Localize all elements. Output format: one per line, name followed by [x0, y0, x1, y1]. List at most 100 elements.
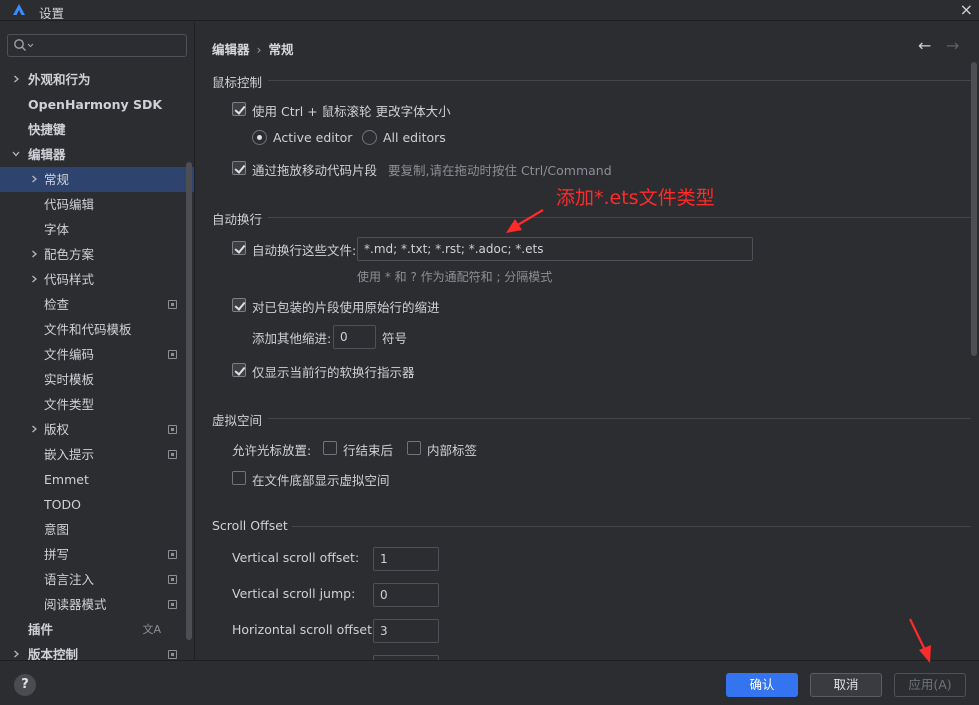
section-divider [292, 526, 971, 527]
cancel-button[interactable]: 取消 [810, 673, 882, 697]
sidebar-item-label: 拼写 [44, 547, 70, 562]
sidebar-item[interactable]: 编辑器 [0, 142, 194, 167]
extra-indent-unit: 符号 [382, 331, 408, 346]
project-scope-icon [168, 450, 177, 459]
virtual-space-bottom-label: 在文件底部显示虚拟空间 [252, 473, 390, 488]
search-icon [14, 39, 34, 51]
sidebar-item-label: 字体 [44, 222, 70, 237]
sidebar-item-label: Emmet [44, 472, 89, 487]
sidebar-item[interactable]: 实时模板 [0, 367, 194, 392]
project-scope-icon [168, 650, 177, 659]
vertical-scroll-jump-input[interactable]: 0 [373, 583, 439, 607]
sidebar-item-label: 版本控制 [28, 647, 79, 660]
chevron-right-icon[interactable] [30, 275, 38, 283]
sidebar-item[interactable]: 文件类型 [0, 392, 194, 417]
sidebar-item-label: 文件类型 [44, 397, 95, 412]
chevron-right-icon[interactable] [12, 650, 20, 658]
sidebar-item-label: 检查 [44, 297, 70, 312]
sidebar-item[interactable]: 检查 [0, 292, 194, 317]
chevron-right-icon[interactable] [30, 425, 38, 433]
drag-drop-checkbox[interactable] [232, 161, 246, 175]
sidebar-item-label: 插件 [28, 622, 54, 637]
sidebar-item[interactable]: 文件编码 [0, 342, 194, 367]
inside-tabs-checkbox[interactable] [407, 441, 421, 455]
sidebar-item-label: 代码样式 [44, 272, 95, 287]
sidebar-item[interactable]: 代码样式 [0, 267, 194, 292]
softwrap-files-hint: 使用 * 和 ? 作为通配符和 ; 分隔模式 [357, 270, 553, 284]
current-line-only-label: 仅显示当前行的软换行指示器 [252, 365, 415, 380]
sidebar-item-label: 配色方案 [44, 247, 95, 262]
chevron-right-icon[interactable] [30, 250, 38, 258]
sidebar-item[interactable]: TODO [0, 492, 194, 517]
project-scope-icon [168, 350, 177, 359]
vertical-scroll-offset-label: Vertical scroll offset: [232, 550, 360, 565]
sidebar-item[interactable]: OpenHarmony SDK [0, 92, 194, 117]
sidebar-item[interactable]: 版本控制 [0, 642, 194, 660]
virtual-space-bottom-checkbox[interactable] [232, 471, 246, 485]
sidebar-item[interactable]: 版权 [0, 417, 194, 442]
current-line-only-checkbox[interactable] [232, 363, 246, 377]
close-icon[interactable]: × [960, 0, 973, 19]
sidebar-item[interactable]: 代码编辑 [0, 192, 194, 217]
softwrap-files-input[interactable]: *.md; *.txt; *.rst; *.adoc; *.ets [357, 237, 753, 261]
zoom-with-wheel-checkbox[interactable] [232, 102, 246, 116]
softwrap-files-checkbox[interactable] [232, 241, 246, 255]
sidebar-item-label: 常规 [44, 172, 70, 187]
breadcrumb-separator: › [256, 42, 262, 57]
sidebar-item[interactable]: 拼写 [0, 542, 194, 567]
sidebar-item[interactable]: 常规 [0, 167, 194, 192]
vertical-scroll-offset-input[interactable]: 1 [373, 547, 439, 571]
original-indent-checkbox[interactable] [232, 298, 246, 312]
sidebar-item[interactable]: 语言注入 [0, 567, 194, 592]
sidebar-scrollbar[interactable] [186, 162, 192, 640]
chevron-down-icon[interactable] [12, 150, 20, 158]
section-title-virtual-space: 虚拟空间 [212, 413, 263, 428]
chevron-right-icon[interactable] [12, 75, 20, 83]
horizontal-scroll-offset-input[interactable]: 3 [373, 619, 439, 643]
sidebar-item[interactable]: 外观和行为 [0, 67, 194, 92]
help-button[interactable]: ? [14, 674, 36, 696]
chevron-right-icon[interactable] [30, 175, 38, 183]
ok-button[interactable]: 确认 [726, 673, 798, 697]
forward-arrow-icon[interactable]: → [946, 36, 959, 55]
breadcrumb-current: 常规 [268, 42, 294, 57]
project-scope-icon [168, 300, 177, 309]
sidebar-item[interactable]: Emmet [0, 467, 194, 492]
sidebar-item[interactable]: 阅读器模式 [0, 592, 194, 617]
sidebar-item-label: 外观和行为 [28, 72, 91, 87]
apply-button[interactable]: 应用(A) [894, 673, 966, 697]
softwrap-files-label: 自动换行这些文件: [252, 243, 357, 258]
drag-drop-hint: 要复制,请在拖动时按住 Ctrl/Command [388, 163, 612, 178]
translate-icon: 文A [142, 623, 161, 636]
sidebar-item[interactable]: 嵌入提示 [0, 442, 194, 467]
active-editor-radio[interactable] [252, 130, 267, 145]
sidebar-item[interactable]: 意图 [0, 517, 194, 542]
section-divider [268, 80, 971, 81]
sidebar-item-label: 快捷键 [28, 122, 66, 137]
sidebar-item[interactable]: 插件 文A [0, 617, 194, 642]
section-title-softwrap: 自动换行 [212, 212, 263, 227]
project-scope-icon [168, 575, 177, 584]
sidebar-item-label: 文件和代码模板 [44, 322, 132, 337]
sidebar-item[interactable]: 文件和代码模板 [0, 317, 194, 342]
back-arrow-icon[interactable]: ← [918, 36, 931, 55]
extra-indent-label: 添加其他缩进: [252, 331, 332, 346]
breadcrumb-parent[interactable]: 编辑器 [212, 42, 250, 57]
extra-indent-input[interactable]: 0 [333, 325, 376, 349]
vertical-scroll-jump-label: Vertical scroll jump: [232, 586, 356, 601]
main-scrollbar[interactable] [971, 62, 977, 356]
sidebar-item[interactable]: 配色方案 [0, 242, 194, 267]
sidebar-item[interactable]: 字体 [0, 217, 194, 242]
all-editors-radio[interactable] [362, 130, 377, 145]
sidebar-item-label: 实时模板 [44, 372, 95, 387]
drag-drop-label: 通过拖放移动代码片段 [252, 163, 378, 178]
zoom-with-wheel-label: 使用 Ctrl + 鼠标滚轮 更改字体大小 [252, 104, 451, 119]
sidebar-item-label: 嵌入提示 [44, 447, 95, 462]
window-title: 设置 [39, 6, 65, 21]
after-line-end-checkbox[interactable] [323, 441, 337, 455]
sidebar-item[interactable]: 快捷键 [0, 117, 194, 142]
section-title-scroll-offset: Scroll Offset [212, 518, 288, 533]
search-input[interactable] [7, 34, 187, 57]
inside-tabs-label: 内部标签 [427, 443, 478, 458]
sidebar-item-label: 版权 [44, 422, 70, 437]
